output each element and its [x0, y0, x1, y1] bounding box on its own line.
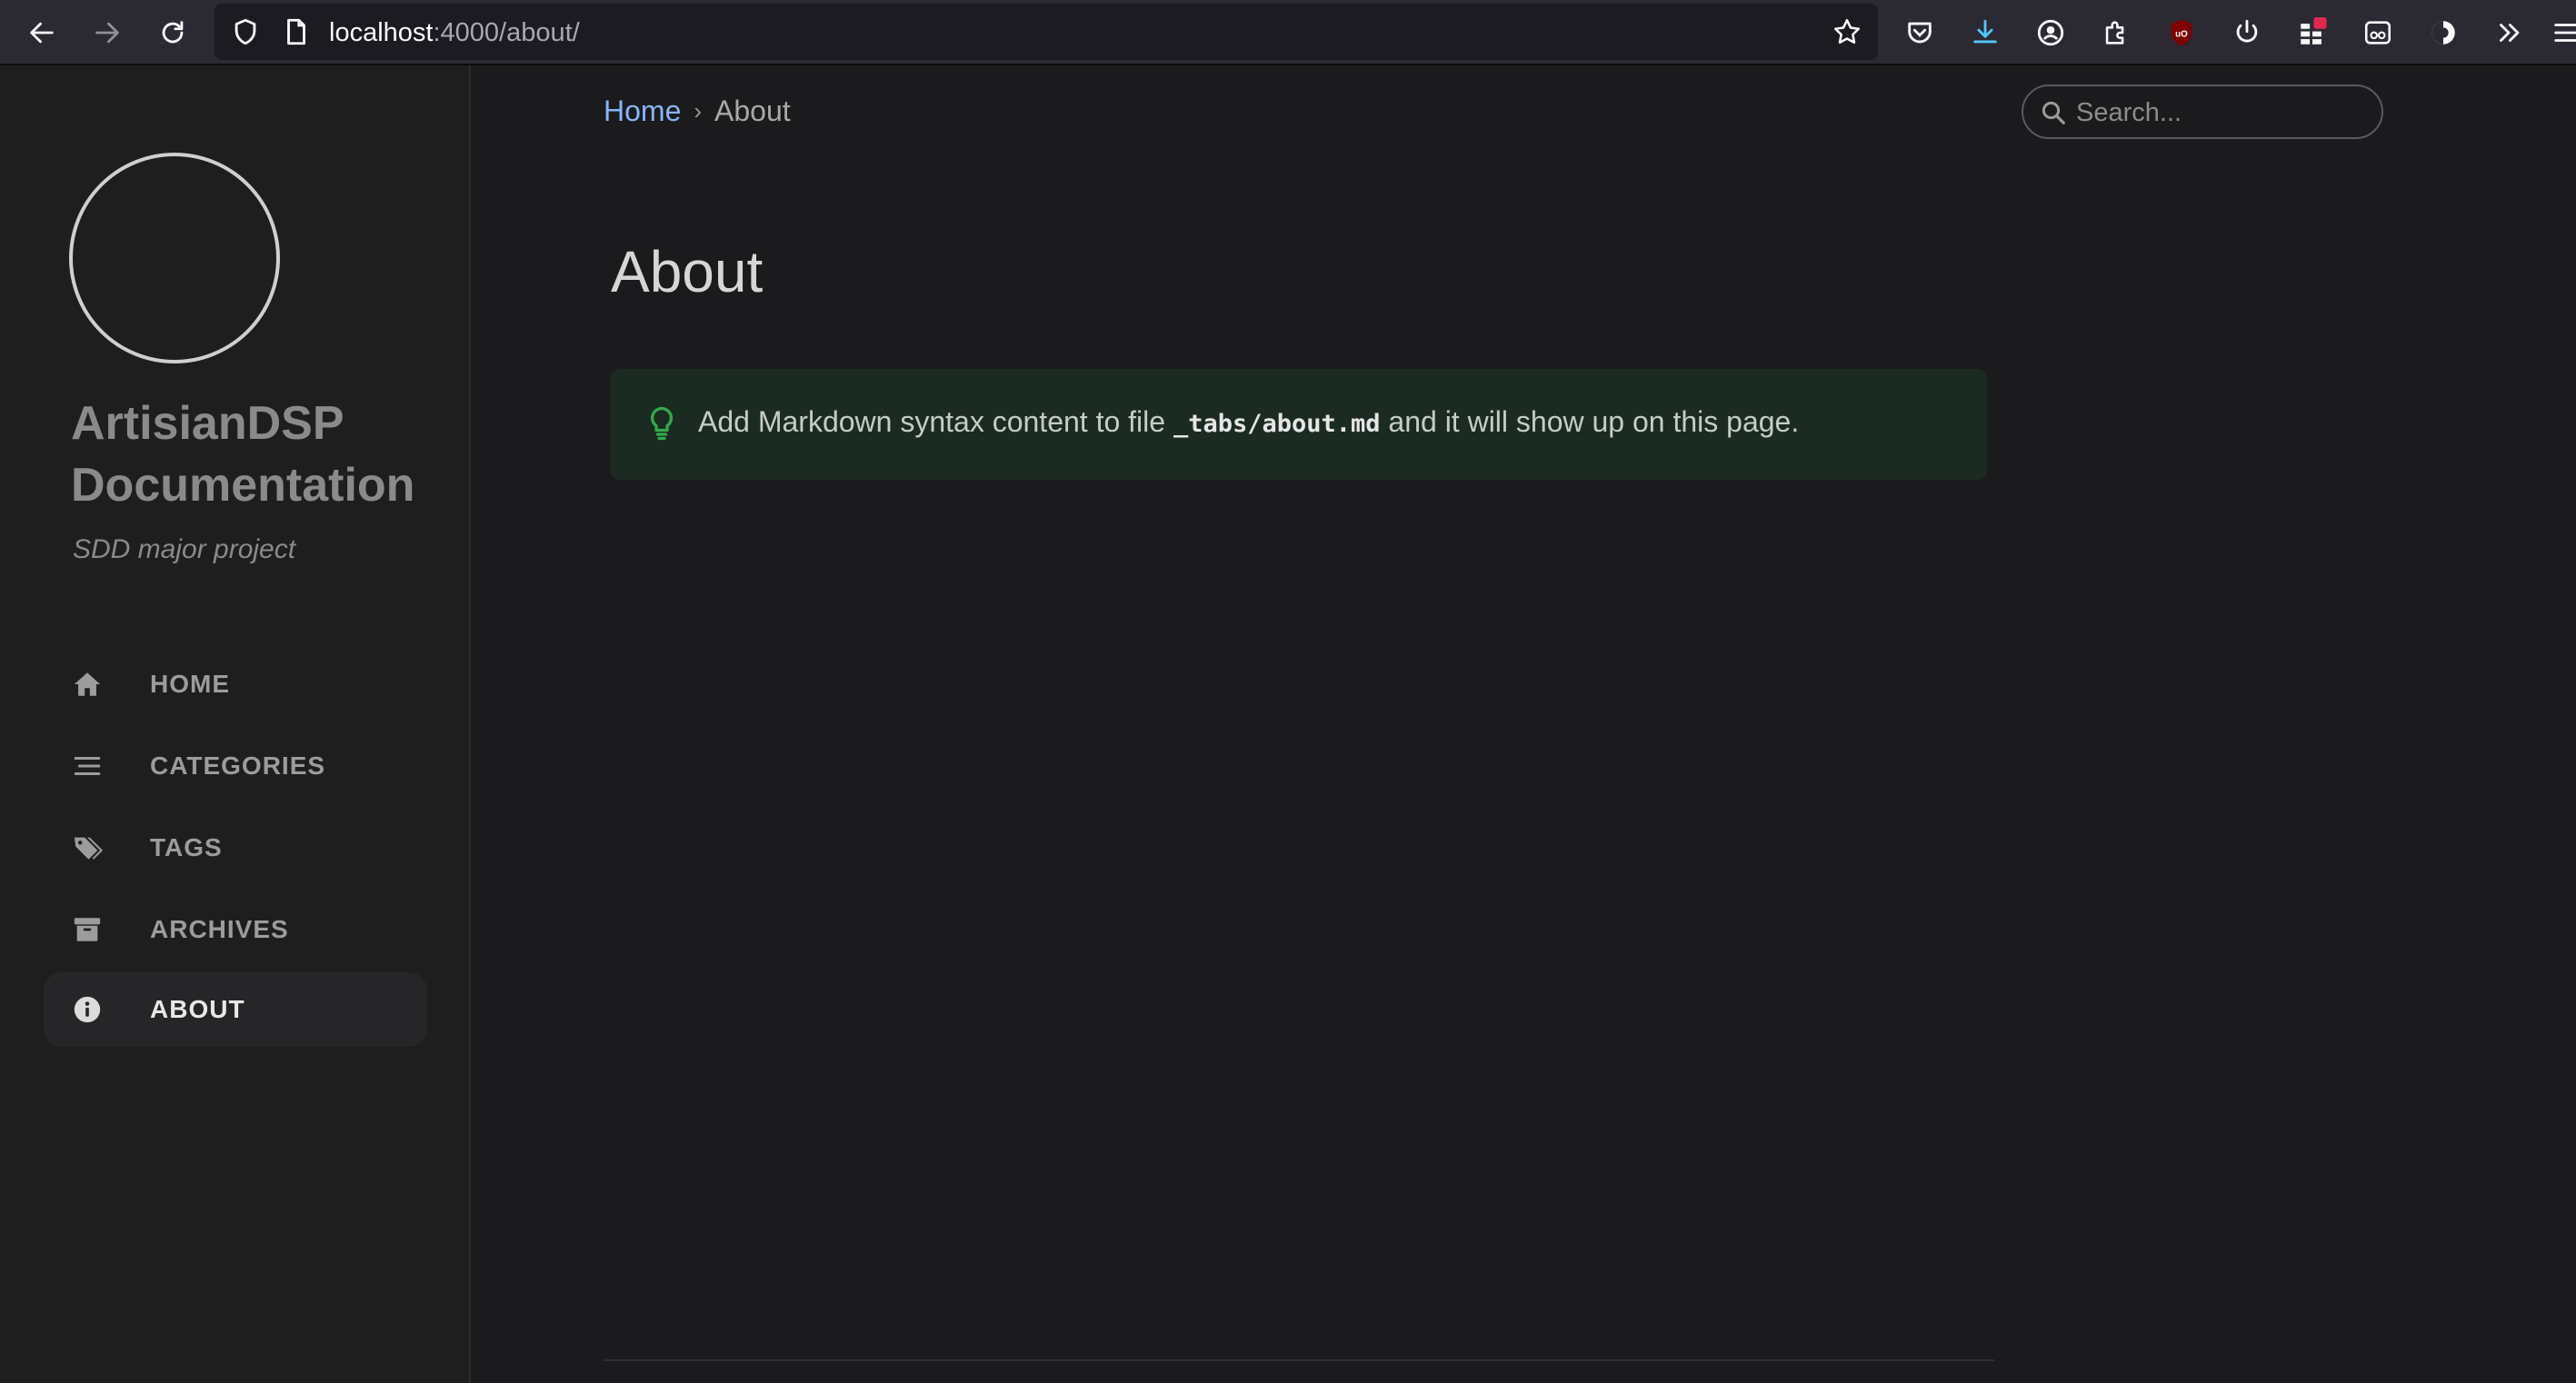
ublock-origin-icon[interactable]: uO: [2163, 15, 2200, 51]
menu-icon[interactable]: [2551, 15, 2576, 51]
url-bar[interactable]: localhost:4000/about/: [215, 4, 1878, 60]
extensions-puzzle-icon[interactable]: [2098, 15, 2134, 51]
breadcrumb-separator: ›: [694, 97, 703, 124]
breadcrumb-home-link[interactable]: Home: [604, 95, 681, 128]
sidebar-item-tags[interactable]: TAGS: [44, 811, 427, 885]
url-path: :4000/about/: [433, 18, 580, 47]
power-icon[interactable]: [2229, 15, 2265, 51]
forward-icon[interactable]: [89, 15, 125, 51]
tip-prefix: Add Markdown syntax content to file: [698, 405, 1173, 438]
sidebar-item-home[interactable]: HOME: [44, 647, 427, 721]
tip-box: Add Markdown syntax content to file _tab…: [611, 369, 1987, 480]
sidebar-item-categories[interactable]: CATEGORIES: [44, 729, 427, 803]
page-title: About: [611, 239, 764, 304]
browser-toolbar: localhost:4000/about/ uO: [0, 0, 2576, 65]
grid-extension-icon[interactable]: [2294, 15, 2331, 51]
reload-icon[interactable]: [155, 15, 191, 51]
overflow-chevrons-icon[interactable]: [2491, 15, 2527, 51]
sidebar: ArtisianDSP Documentation SDD major proj…: [0, 65, 471, 1383]
lightbulb-icon: [650, 406, 674, 441]
download-icon[interactable]: [1967, 15, 2003, 51]
search-input[interactable]: [2074, 94, 2369, 132]
sidebar-item-label: ARCHIVES: [150, 915, 289, 943]
account-icon[interactable]: [2032, 15, 2069, 51]
sidebar-item-label: CATEGORIES: [150, 751, 326, 780]
tip-code: _tabs/about.md: [1173, 410, 1381, 438]
sidebar-item-label: TAGS: [150, 833, 223, 861]
page-icon[interactable]: [278, 14, 315, 50]
pocket-icon[interactable]: [1902, 15, 1938, 51]
dark-mode-icon[interactable]: [2425, 15, 2461, 51]
svg-text:uO: uO: [2175, 29, 2188, 39]
sidebar-item-label: HOME: [150, 670, 230, 698]
breadcrumb-current: About: [714, 95, 791, 127]
sidebar-item-archives[interactable]: ARCHIVES: [44, 892, 427, 967]
shield-icon[interactable]: [227, 14, 264, 50]
sidebar-item-label: ABOUT: [150, 995, 245, 1023]
search-icon: [2042, 101, 2065, 124]
tip-suffix: and it will show up on this page.: [1380, 405, 1800, 438]
back-icon[interactable]: [24, 15, 60, 51]
archive-icon: [71, 913, 104, 946]
reader-glasses-icon[interactable]: [2360, 15, 2396, 51]
url-host: localhost: [329, 18, 434, 47]
url-text[interactable]: localhost:4000/about/: [329, 18, 580, 48]
avatar[interactable]: [69, 153, 280, 363]
home-icon: [71, 668, 104, 701]
site-title[interactable]: ArtisianDSP Documentation: [71, 393, 453, 516]
footer-divider: [604, 1359, 1994, 1361]
site-subtitle: SDD major project: [73, 534, 296, 564]
tags-icon: [71, 831, 104, 864]
tip-text: Add Markdown syntax content to file _tab…: [698, 405, 1799, 439]
breadcrumb: Home › About: [604, 95, 791, 128]
list-icon: [71, 750, 104, 782]
search-box[interactable]: [2022, 85, 2383, 139]
sidebar-item-about[interactable]: ABOUT: [44, 972, 427, 1047]
info-icon: [71, 993, 104, 1026]
bookmark-star-icon[interactable]: [1829, 14, 1865, 50]
